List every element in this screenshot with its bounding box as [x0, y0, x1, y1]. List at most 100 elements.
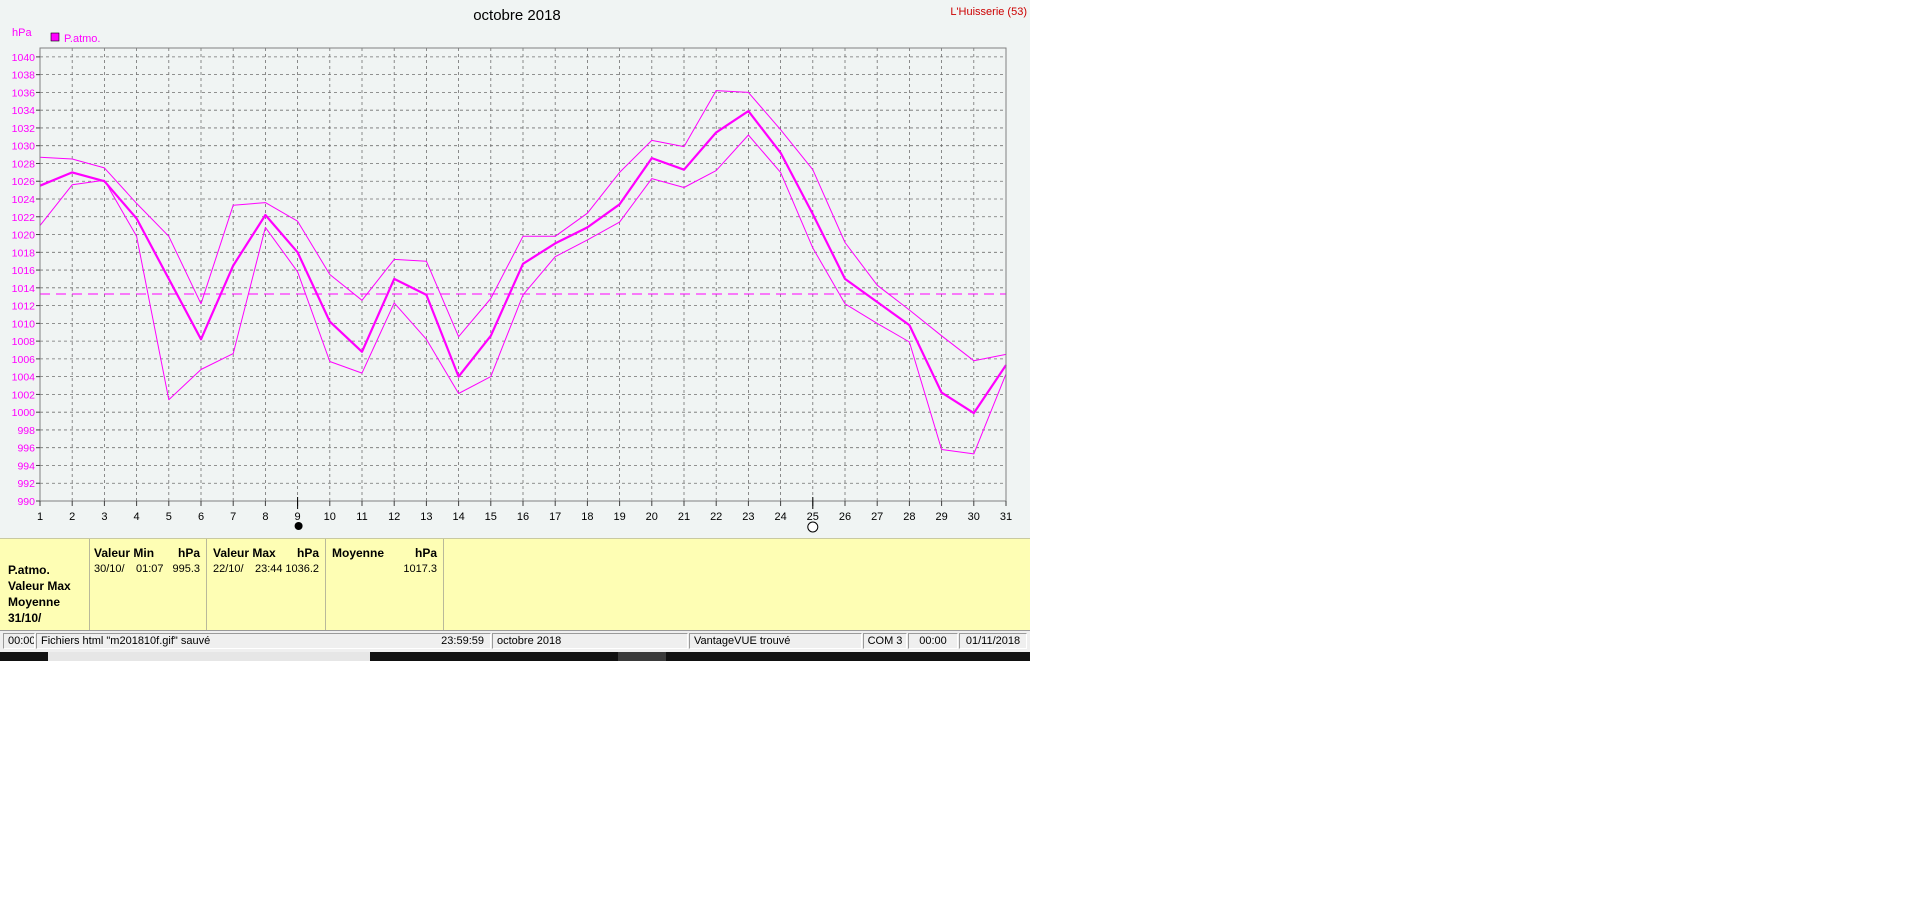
y-tick-label: 1024: [12, 194, 36, 206]
strip-segment: [618, 652, 666, 661]
x-tick-label: 29: [935, 511, 947, 523]
legend-label: P.atmo.: [64, 33, 101, 45]
status-bar: 00:00 Fichiers html "m201810f.gif" sauvé…: [0, 630, 1030, 653]
y-unit-label: hPa: [12, 27, 32, 39]
x-tick-label: 21: [678, 511, 690, 523]
y-axis: 990 992 994 996 998 1000 1002 1004 1006 1008 1010 1…: [12, 52, 40, 508]
summary-row-label: 31/10/: [8, 611, 42, 625]
y-tick-label: 998: [17, 425, 35, 437]
x-tick-label: 10: [324, 511, 336, 523]
y-tick-label: 1026: [12, 176, 36, 188]
x-tick-label: 20: [646, 511, 658, 523]
x-tick-label: 7: [230, 511, 236, 523]
summary-row-label: Valeur Max: [8, 579, 71, 593]
y-tick-label: 1006: [12, 354, 36, 366]
y-tick-label: 1002: [12, 389, 36, 401]
new-moon-icon: [294, 522, 303, 530]
x-tick-label: 4: [134, 511, 140, 523]
x-tick-label: 13: [420, 511, 432, 523]
x-axis: 1 2 3 4 5 6 7 8 9 10 11 12 13 14 15 16 17 18 19 20 21 22 23 24 2…: [37, 501, 1012, 523]
y-tick-label: 1020: [12, 230, 36, 242]
y-tick-label: 992: [17, 478, 35, 490]
y-tick-label: 1012: [12, 301, 36, 313]
max-header: Valeur Max: [213, 546, 276, 560]
x-tick-label: 19: [613, 511, 625, 523]
min-value: 995.3: [172, 563, 200, 575]
y-tick-label: 1016: [12, 265, 36, 277]
avg-value: 1017.3: [403, 563, 437, 575]
x-tick-label: 8: [262, 511, 268, 523]
x-tick-label: 24: [774, 511, 786, 523]
y-tick-label: 1022: [12, 212, 36, 224]
y-tick-label: 1004: [12, 372, 36, 384]
summary-row-label: P.atmo.: [8, 563, 50, 577]
y-tick-label: 996: [17, 443, 35, 455]
y-tick-label: 1008: [12, 336, 36, 348]
summary-avg-column: Moyenne hPa 1017.3: [326, 539, 444, 631]
y-tick-label: 1000: [12, 407, 36, 419]
x-tick-label: 28: [903, 511, 915, 523]
min-date: 30/10/: [94, 563, 125, 575]
y-tick-label: 1036: [12, 87, 36, 99]
status-period: octobre 2018: [492, 633, 688, 649]
min-time: 01:07: [136, 563, 164, 575]
x-tick-label: 15: [485, 511, 497, 523]
max-value: 1036.2: [285, 563, 319, 575]
legend-swatch: [50, 32, 60, 42]
status-device: VantageVUE trouvé: [689, 633, 862, 649]
x-tick-label: 25: [807, 511, 819, 523]
summary-min-column: Valeur Min hPa 30/10/ 01:07 995.3: [90, 539, 207, 631]
avg-unit: hPa: [414, 546, 437, 560]
full-moon-icon: [807, 521, 819, 533]
x-tick-label: 31: [1000, 511, 1012, 523]
y-tick-label: 1018: [12, 247, 36, 259]
x-tick-label: 3: [101, 511, 107, 523]
max-unit: hPa: [296, 546, 319, 560]
summary-panel: P.atmo. Valeur Max Moyenne 31/10/ Valeur…: [0, 538, 1030, 631]
status-message: Fichiers html "m201810f.gif" sauvé: [41, 635, 211, 647]
min-header: Valeur Min: [94, 546, 155, 560]
status-time: 00:00: [3, 633, 35, 649]
min-unit: hPa: [177, 546, 200, 560]
x-tick-label: 12: [388, 511, 400, 523]
status-clock: 23:59:59: [441, 635, 484, 647]
y-tick-label: 994: [17, 460, 35, 472]
x-tick-label: 27: [871, 511, 883, 523]
x-tick-label: 26: [839, 511, 851, 523]
y-tick-label: 1038: [12, 70, 36, 82]
y-tick-label: 990: [17, 496, 35, 508]
chart-title: octobre 2018: [473, 7, 561, 24]
x-tick-label: 23: [742, 511, 754, 523]
status-port: COM 3: [863, 633, 907, 649]
avg-header: Moyenne: [332, 546, 385, 560]
y-tick-label: 1030: [12, 141, 36, 153]
grid: [39, 48, 1007, 502]
summary-row-label: Moyenne: [8, 595, 61, 609]
x-tick-label: 6: [198, 511, 204, 523]
status-message-cell: Fichiers html "m201810f.gif" sauvé 23:59…: [36, 633, 491, 649]
summary-max-column: Valeur Max hPa 22/10/ 23:44 1036.2: [207, 539, 326, 631]
max-time: 23:44: [255, 563, 283, 575]
strip-segment: [48, 652, 370, 661]
y-tick-label: 1010: [12, 318, 36, 330]
y-tick-label: 1014: [12, 283, 36, 295]
status-date: 01/11/2018: [959, 633, 1027, 649]
x-tick-label: 2: [69, 511, 75, 523]
x-tick-label: 16: [517, 511, 529, 523]
x-tick-label: 17: [549, 511, 561, 523]
y-tick-label: 1032: [12, 123, 36, 135]
status-time-2: 00:00: [908, 633, 958, 649]
x-tick-label: 14: [452, 511, 464, 523]
x-tick-label: 18: [581, 511, 593, 523]
station-name: L'Huisserie (53): [950, 6, 1027, 18]
y-tick-label: 1028: [12, 158, 36, 170]
y-tick-label: 1040: [12, 52, 36, 64]
max-date: 22/10/: [213, 563, 244, 575]
x-tick-label: 9: [295, 511, 301, 523]
chart-panel: octobre 2018 L'Huisserie (53) hPa P.atmo…: [0, 0, 1030, 538]
x-tick-label: 5: [166, 511, 172, 523]
y-tick-label: 1034: [12, 105, 36, 117]
x-tick-label: 11: [356, 511, 367, 523]
x-tick-label: 1: [37, 511, 43, 523]
x-tick-label: 22: [710, 511, 722, 523]
